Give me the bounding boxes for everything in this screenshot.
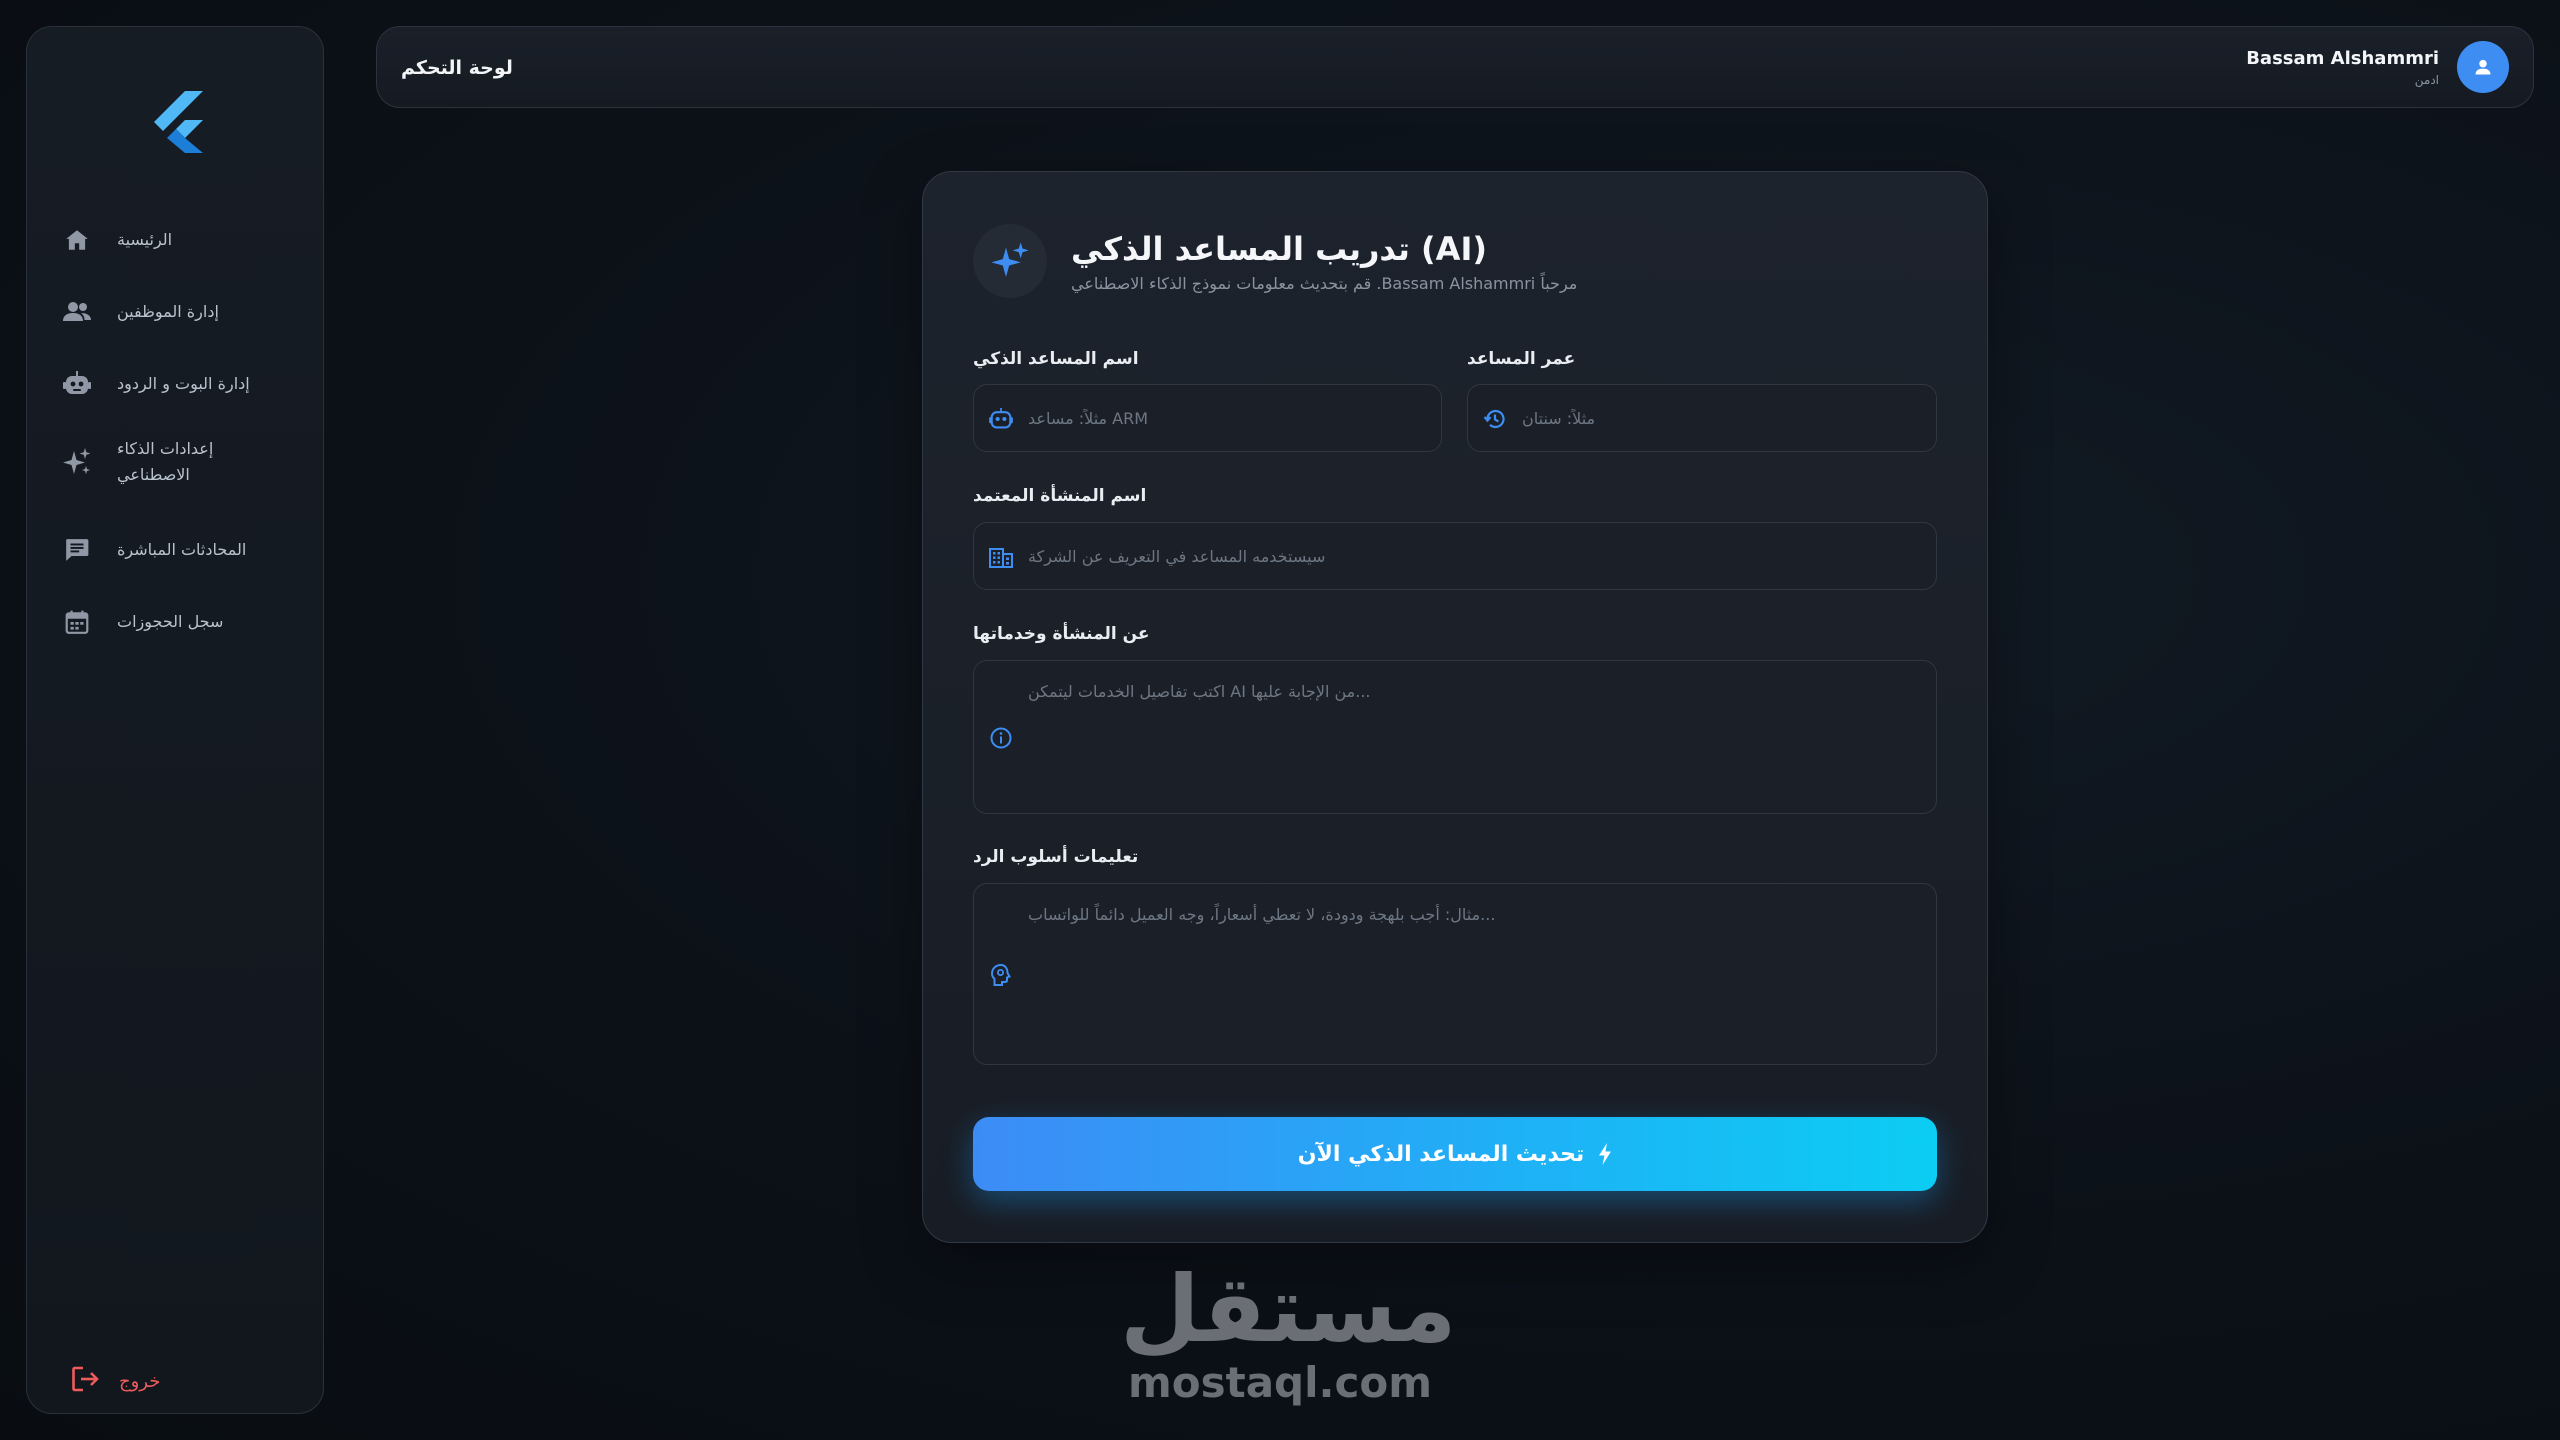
- reply-style-label: تعليمات أسلوب الرد: [973, 847, 1139, 867]
- org-name-label: اسم المنشأة المعتمد: [973, 486, 1147, 506]
- flutter-logo-icon[interactable]: [149, 91, 207, 153]
- sparkle-icon: [991, 242, 1029, 277]
- sparkle-icon: [61, 446, 93, 478]
- calendar-icon: [61, 606, 93, 638]
- sidebar: الرئيسية إدارة الموظفين إدارة البوت و ال…: [26, 26, 324, 1414]
- psychology-icon: [986, 960, 1016, 990]
- card-title: تدريب المساعد الذكي (AI): [1071, 229, 1487, 268]
- assistant-age-field: [1467, 384, 1937, 452]
- assistant-name-input[interactable]: [1028, 385, 1421, 451]
- sidebar-item-home[interactable]: الرئيسية: [27, 209, 323, 271]
- sidebar-item-label: الرئيسية: [117, 230, 173, 249]
- reply-style-textarea[interactable]: [1028, 902, 1916, 1046]
- sidebar-item-employees[interactable]: إدارة الموظفين: [27, 271, 323, 353]
- sidebar-nav: الرئيسية إدارة الموظفين إدارة البوت و ال…: [27, 209, 323, 653]
- home-icon: [61, 224, 93, 256]
- ai-training-card: تدريب المساعد الذكي (AI) قم بتحديث معلوم…: [922, 171, 1988, 1243]
- update-assistant-button[interactable]: تحديث المساعد الذكي الآن: [973, 1117, 1937, 1191]
- info-icon: [986, 723, 1016, 753]
- user-role: ادمن: [2414, 72, 2439, 87]
- watermark: مستقل mostaql.com: [1120, 1256, 1457, 1408]
- sidebar-item-label: إدارة البوت و الردود: [117, 374, 250, 393]
- page-title: لوحة التحكم: [401, 57, 513, 79]
- watermark-latin: mostaql.com: [1128, 1358, 1432, 1407]
- about-org-textarea[interactable]: [1028, 679, 1916, 795]
- update-assistant-label: تحديث المساعد الذكي الآن: [1297, 1141, 1585, 1167]
- sidebar-item-ai-settings[interactable]: إعدادات الذكاء الاصطناعي: [27, 415, 323, 509]
- users-icon: [61, 296, 93, 328]
- sidebar-item-label: المحادثات المباشرة: [117, 540, 247, 559]
- robot-icon: [61, 368, 93, 400]
- chat-icon: [61, 534, 93, 566]
- person-icon: [2475, 59, 2491, 75]
- sidebar-item-live-chats[interactable]: المحادثات المباشرة: [27, 509, 323, 591]
- sidebar-item-label: إدارة الموظفين: [117, 302, 219, 321]
- assistant-age-input[interactable]: [1522, 385, 1916, 451]
- history-icon: [1480, 404, 1510, 434]
- card-subtitle: قم بتحديث معلومات نموذج الذكاء الاصطناعي…: [1071, 273, 1578, 293]
- sparkle-badge: [973, 224, 1047, 298]
- assistant-name-field: [973, 384, 1442, 452]
- org-name-input[interactable]: [1028, 523, 1916, 589]
- bolt-icon: [1598, 1143, 1612, 1165]
- logout-icon: [71, 1365, 101, 1397]
- card-header: تدريب المساعد الذكي (AI) قم بتحديث معلوم…: [973, 224, 1577, 298]
- logout-button[interactable]: خروج: [47, 1355, 184, 1407]
- about-org-label: عن المنشأة وخدماتها: [973, 624, 1150, 644]
- about-org-field: [973, 660, 1937, 814]
- user-profile[interactable]: Bassam Alshammri ادمن: [2246, 41, 2509, 93]
- robot-icon: [986, 404, 1016, 434]
- user-name: Bassam Alshammri: [2246, 47, 2439, 69]
- assistant-name-label: اسم المساعد الذكي: [973, 349, 1139, 369]
- reply-style-field: [973, 883, 1937, 1065]
- top-header: لوحة التحكم Bassam Alshammri ادمن: [376, 26, 2534, 108]
- watermark-arabic: مستقل: [1120, 1256, 1457, 1363]
- sidebar-item-bookings[interactable]: سجل الحجوزات: [27, 591, 323, 653]
- assistant-age-label: عمر المساعد: [1467, 349, 1576, 369]
- org-name-field: [973, 522, 1937, 590]
- avatar[interactable]: [2457, 41, 2509, 93]
- sidebar-item-label: إعدادات الذكاء الاصطناعي: [117, 439, 214, 484]
- sidebar-item-label: سجل الحجوزات: [117, 612, 224, 631]
- sidebar-item-bot[interactable]: إدارة البوت و الردود: [27, 353, 323, 415]
- logout-label: خروج: [119, 1370, 161, 1392]
- building-icon: [986, 542, 1016, 572]
